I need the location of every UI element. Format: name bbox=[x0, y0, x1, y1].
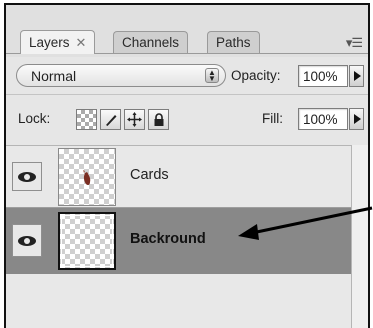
tab-layers[interactable]: Layers ✕ bbox=[20, 30, 96, 54]
tab-layers-label: Layers bbox=[29, 35, 70, 50]
close-icon[interactable]: ✕ bbox=[76, 35, 87, 51]
